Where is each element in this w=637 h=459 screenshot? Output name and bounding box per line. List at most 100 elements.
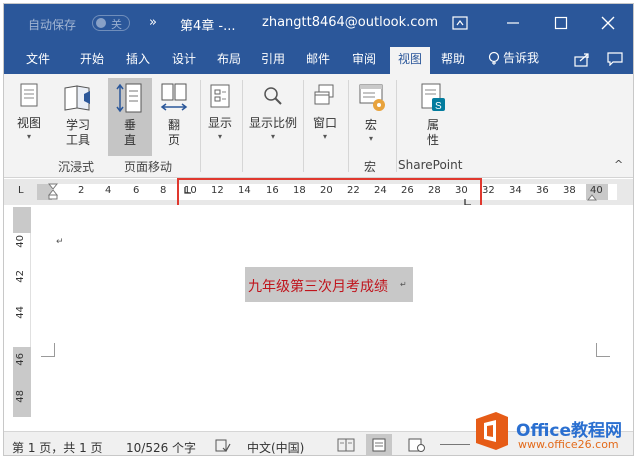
comments-icon[interactable]	[607, 52, 623, 66]
tab-help[interactable]: 帮助	[441, 50, 465, 67]
tab-file[interactable]: 文件	[26, 50, 50, 67]
document-heading[interactable]: 九年级第三次月考成绩	[248, 276, 388, 296]
window-button[interactable]: 窗口 ▾	[307, 82, 343, 143]
group-label-page-movement: 页面移动	[124, 160, 173, 174]
ruler-number: 36	[536, 185, 549, 196]
ruler-number: 6	[133, 185, 140, 196]
learning-tools-label-1: 学习	[65, 118, 90, 132]
autosave-label: 自动保存	[28, 18, 77, 32]
window-arrow: ▾	[322, 132, 327, 141]
svg-text:S: S	[435, 101, 442, 112]
tab-mailings[interactable]: 邮件	[306, 50, 330, 67]
show-button[interactable]: 显示 ▾	[202, 82, 238, 143]
side-to-side-label-1: 翻	[167, 118, 180, 132]
show-icon	[210, 84, 230, 108]
tab-selector[interactable]: L	[18, 185, 24, 196]
sharepoint-properties-icon: S	[421, 83, 445, 112]
document-canvas[interactable]	[4, 205, 633, 431]
vertical-button[interactable]: 垂 直	[110, 82, 150, 148]
close-icon[interactable]	[601, 16, 615, 30]
toggle-knob	[96, 18, 106, 28]
read-mode-icon[interactable]	[337, 438, 355, 452]
title-bar: 自动保存 关 » 第4章 -... zhangtt8464@outlook.co…	[4, 4, 633, 42]
proofing-icon[interactable]	[215, 439, 231, 452]
paragraph-mark: ↵	[56, 237, 64, 247]
macros-button[interactable]: 宏 ▾	[352, 82, 390, 145]
group-label-sharepoint: SharePoint	[398, 158, 463, 172]
quick-access-overflow[interactable]: »	[149, 15, 157, 30]
watermark-url: www.office26.com	[518, 438, 619, 451]
right-indent-marker-icon[interactable]	[587, 193, 597, 201]
side-to-side-icon	[160, 83, 188, 111]
vertical-ruler-number: 44	[15, 306, 26, 319]
learning-tools-button[interactable]: 学习 工具	[58, 82, 98, 148]
vertical-ruler-number: 40	[15, 235, 26, 248]
ruler-number: 34	[509, 185, 522, 196]
autosave-state: 关	[111, 18, 122, 31]
vertical-ruler-number: 48	[15, 390, 26, 403]
properties-button[interactable]: S 属 性	[413, 82, 453, 148]
page-count[interactable]: 第 1 页，共 1 页	[12, 439, 103, 455]
ruler-number: 2	[78, 185, 85, 196]
vertical-page-icon	[116, 83, 142, 113]
show-label: 显示	[207, 116, 232, 130]
page-view-icon	[20, 83, 38, 107]
word-count[interactable]: 10/526 个字	[126, 439, 196, 455]
tab-insert[interactable]: 插入	[126, 50, 150, 67]
collapse-ribbon-button[interactable]: ^	[614, 158, 623, 171]
account-name[interactable]: zhangtt8464@outlook.com	[262, 15, 438, 30]
vertical-label-2: 直	[123, 133, 136, 147]
tab-home[interactable]: 开始	[80, 50, 104, 67]
zoom-button[interactable]: 显示比例 ▾	[245, 82, 301, 143]
indent-marker-icon[interactable]	[48, 183, 58, 201]
tab-view[interactable]: 视图	[390, 47, 431, 74]
zoom-label: 显示比例	[248, 116, 297, 130]
language[interactable]: 中文(中国)	[247, 439, 304, 455]
crop-mark	[41, 343, 55, 357]
views-label: 视图	[16, 116, 41, 130]
vertical-ruler-shade	[13, 207, 31, 233]
tab-stop-left-icon	[184, 187, 191, 194]
share-icon[interactable]	[574, 51, 592, 67]
group-separator	[242, 80, 243, 172]
tab-design[interactable]: 设计	[172, 50, 196, 67]
views-arrow: ▾	[26, 132, 31, 141]
tell-me-box[interactable]: 告诉我	[503, 49, 539, 66]
heading-para-mark: ↵	[400, 280, 407, 289]
vertical-ruler[interactable]: 40 42 44 46 48	[13, 207, 31, 417]
group-separator	[200, 80, 201, 172]
learning-tools-label-2: 工具	[65, 133, 90, 147]
group-separator	[348, 80, 349, 172]
tab-layout[interactable]: 布局	[217, 50, 241, 67]
tab-references[interactable]: 引用	[261, 50, 285, 67]
print-layout-icon[interactable]	[371, 438, 387, 452]
autosave-toggle[interactable]: 关	[92, 15, 130, 31]
ruler-number: 38	[563, 185, 576, 196]
window-label: 窗口	[312, 116, 337, 130]
group-separator	[303, 80, 304, 172]
minimize-icon[interactable]	[506, 16, 520, 30]
tab-review[interactable]: 审阅	[352, 50, 376, 67]
ribbon-tabs: 文件 开始 插入 设计 布局 引用 邮件 审阅 视图 帮助 告诉我	[4, 42, 633, 74]
ruler-number: 4	[105, 185, 112, 196]
web-layout-icon[interactable]	[408, 438, 426, 452]
window-icon	[314, 84, 334, 105]
ribbon-display-icon[interactable]	[452, 16, 468, 30]
zoom-slider-track[interactable]	[440, 444, 470, 445]
group-label-macros: 宏	[364, 160, 377, 174]
group-separator	[396, 80, 397, 172]
side-to-side-button[interactable]: 翻 页	[154, 82, 194, 148]
macros-icon	[359, 84, 385, 111]
maximize-icon[interactable]	[554, 16, 568, 30]
ribbon-view: 视图 ▾ 学习 工具 垂 直 翻 页 显示 ▾ 显示比例 ▾ 窗口 ▾ 宏 ▾ …	[4, 74, 633, 178]
ruler-number: 32	[482, 185, 495, 196]
properties-label-1: 属	[426, 118, 439, 132]
vertical-label-1: 垂	[123, 118, 136, 132]
views-button[interactable]: 视图 ▾	[12, 82, 46, 143]
crop-mark	[596, 343, 610, 357]
show-arrow: ▾	[217, 132, 222, 141]
document-title: 第4章 -...	[180, 19, 236, 34]
macros-arrow: ▾	[368, 134, 373, 143]
macros-label: 宏	[364, 118, 377, 132]
vertical-ruler-number: 42	[15, 270, 26, 283]
